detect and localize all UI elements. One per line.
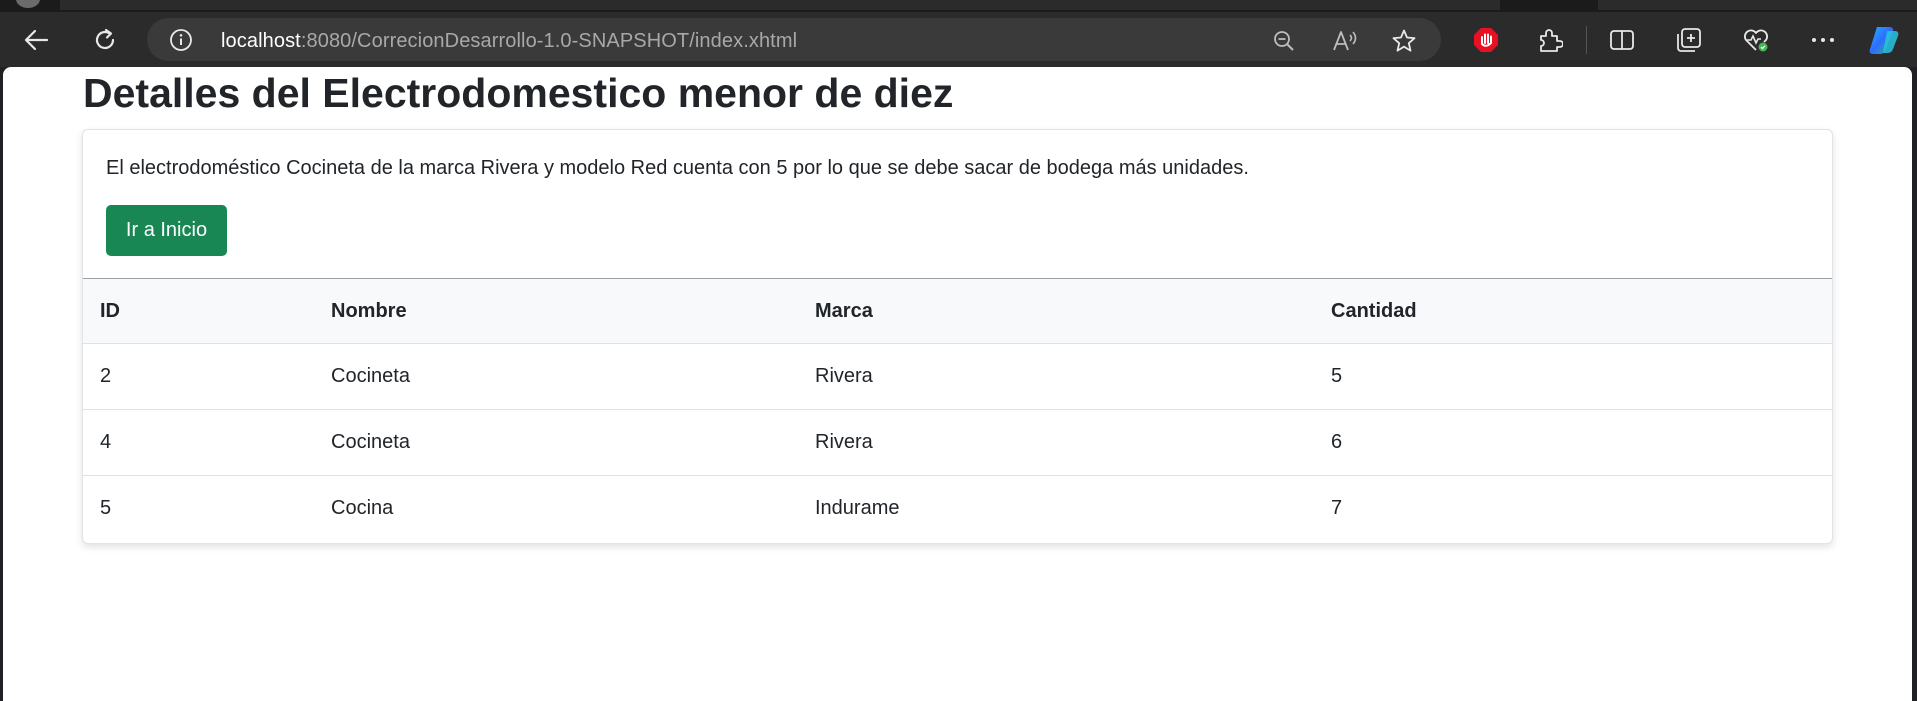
cell-id: 4 bbox=[83, 409, 314, 476]
cell-marca: Rivera bbox=[798, 343, 1314, 410]
stock-message: El electrodoméstico Cocineta de la marca… bbox=[106, 157, 1249, 179]
cell-nombre: Cocina bbox=[331, 497, 394, 520]
column-header-nombre: Nombre bbox=[314, 278, 798, 344]
cell-cantidad: 5 bbox=[1314, 343, 1832, 410]
split-screen-icon[interactable] bbox=[1608, 27, 1636, 53]
column-header-marca: Marca bbox=[798, 278, 1314, 344]
favorite-star-icon[interactable] bbox=[1390, 27, 1418, 55]
column-header-id: ID bbox=[83, 278, 314, 344]
cell-cantidad: 6 bbox=[1314, 409, 1832, 476]
column-header-cantidad: Cantidad bbox=[1314, 278, 1832, 344]
extensions-icon[interactable] bbox=[1536, 26, 1564, 54]
tab-strip bbox=[0, 0, 1917, 12]
collections-icon[interactable] bbox=[1675, 26, 1703, 54]
table-row: 4 Cocineta Rivera 6 bbox=[83, 409, 1832, 476]
cell-marca: Indurame bbox=[815, 497, 900, 520]
browser-essentials-icon[interactable] bbox=[1742, 26, 1770, 54]
more-options-icon[interactable] bbox=[1809, 26, 1837, 54]
adblock-icon[interactable] bbox=[1472, 26, 1500, 54]
browser-tab-active[interactable] bbox=[1598, 0, 1917, 10]
browser-tab[interactable] bbox=[60, 0, 1500, 10]
cell-id: 5 bbox=[100, 497, 112, 520]
url-host: localhost bbox=[221, 30, 301, 52]
url-text[interactable]: localhost:8080/CorrecionDesarrollo-1.0-S… bbox=[221, 30, 797, 53]
cell-marca: Rivera bbox=[798, 409, 1314, 476]
table-header-row: ID Nombre Marca Cantidad bbox=[83, 278, 1832, 344]
toolbar-divider bbox=[1586, 26, 1587, 54]
appliances-table: ID Nombre Marca Cantidad 2 Cocineta Rive… bbox=[83, 278, 1832, 542]
table-row: 5 Cocina Indurame 7 bbox=[83, 476, 1832, 542]
url-path: :8080/CorrecionDesarrollo-1.0-SNAPSHOT/i… bbox=[300, 30, 798, 52]
back-icon[interactable] bbox=[22, 26, 50, 54]
cell-nombre: Cocineta bbox=[314, 343, 798, 410]
site-info-icon[interactable] bbox=[169, 28, 193, 52]
read-aloud-icon[interactable] bbox=[1332, 28, 1360, 54]
zoom-out-icon[interactable] bbox=[1271, 28, 1297, 54]
refresh-icon[interactable] bbox=[90, 25, 120, 55]
details-card: El electrodoméstico Cocineta de la marca… bbox=[82, 129, 1833, 544]
cell-nombre: Cocineta bbox=[314, 409, 798, 476]
cell-cantidad: 7 bbox=[1331, 497, 1343, 520]
browser-toolbar: localhost:8080/CorrecionDesarrollo-1.0-S… bbox=[0, 12, 1917, 67]
table-row: 2 Cocineta Rivera 5 bbox=[83, 343, 1832, 410]
home-button[interactable]: Ir a Inicio bbox=[106, 205, 227, 256]
tab-favicon bbox=[16, 0, 40, 8]
cell-id: 2 bbox=[83, 343, 314, 410]
page-viewport: Detalles del Electrodomestico menor de d… bbox=[3, 67, 1912, 701]
page-title: Detalles del Electrodomestico menor de d… bbox=[83, 70, 954, 116]
address-bar[interactable]: localhost:8080/CorrecionDesarrollo-1.0-S… bbox=[147, 18, 1441, 61]
copilot-icon[interactable] bbox=[1866, 22, 1902, 58]
